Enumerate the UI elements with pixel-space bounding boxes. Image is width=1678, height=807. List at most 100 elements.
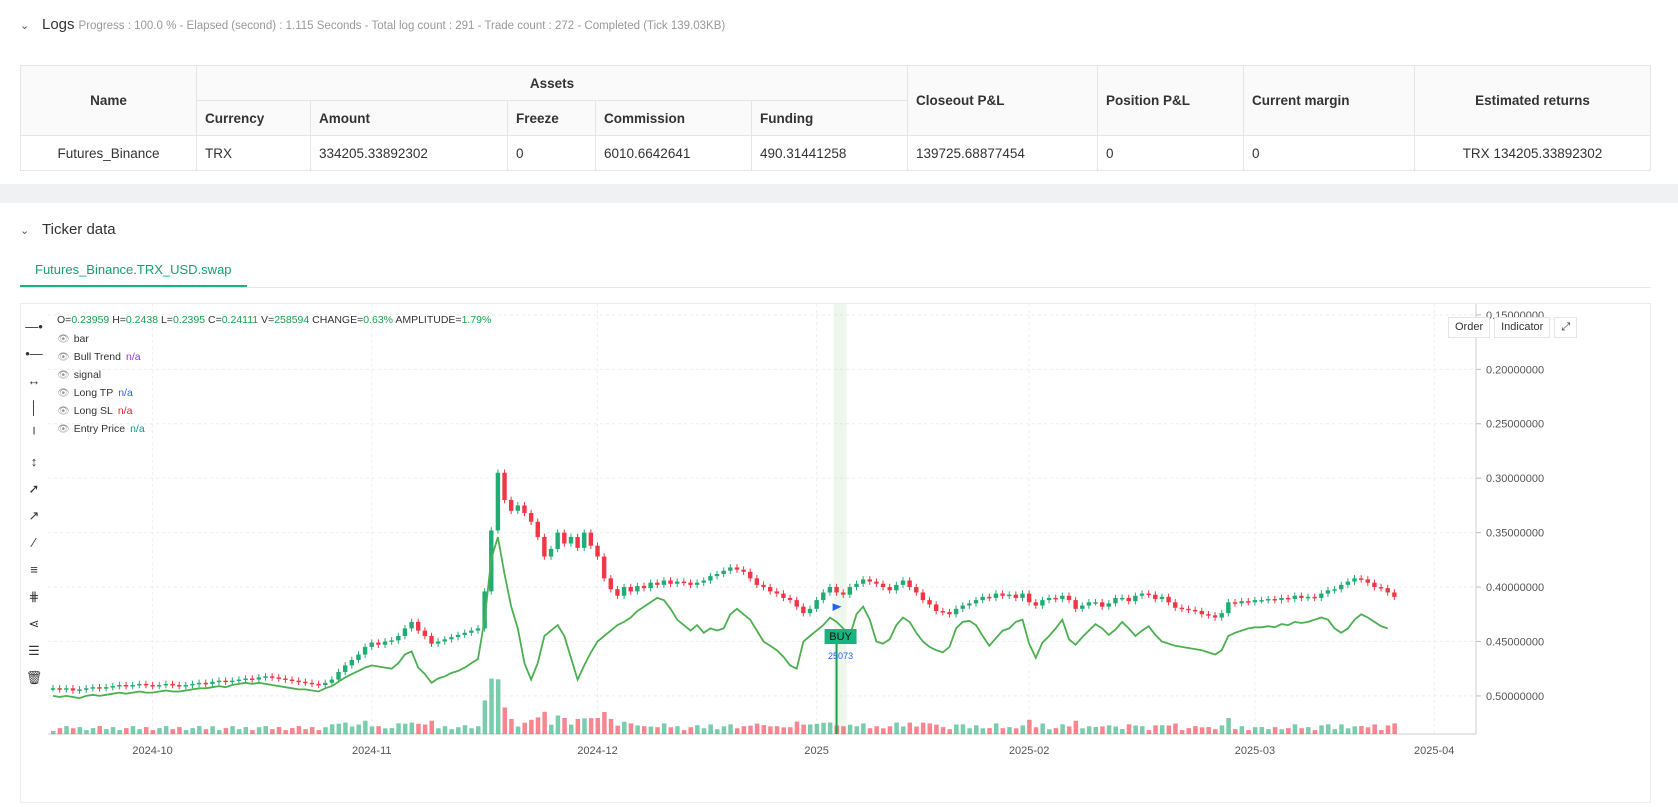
candle xyxy=(954,609,958,614)
eye-icon[interactable]: 👁 xyxy=(57,370,70,381)
vertical-line-tool-icon[interactable]: │ xyxy=(22,394,46,421)
candle xyxy=(808,609,812,613)
volume-bar xyxy=(522,723,527,734)
col-commission: Commission xyxy=(596,101,752,136)
candle xyxy=(748,572,752,579)
candle xyxy=(1007,595,1011,597)
candle xyxy=(184,685,188,687)
candle xyxy=(243,678,247,680)
volume-bar xyxy=(987,728,992,734)
volume-bar xyxy=(476,726,481,734)
candle xyxy=(57,688,61,690)
volume-bar xyxy=(529,720,534,734)
ray-tool-icon[interactable]: ↗ xyxy=(22,502,46,529)
volume-bar xyxy=(250,730,255,734)
eye-icon[interactable]: 👁 xyxy=(57,406,70,417)
legend-item[interactable]: 👁Long TPn/a xyxy=(57,384,145,402)
horizontal-segment-tool-icon[interactable]: ↔ xyxy=(22,367,46,394)
volume-bar xyxy=(868,728,873,734)
price-chart[interactable]: 0.500000000.450000000.400000000.35000000… xyxy=(21,304,1652,804)
volume-bar xyxy=(728,724,733,734)
vertical-ray-tool-icon[interactable]: ╵ xyxy=(22,421,46,448)
volume-bar xyxy=(197,726,202,734)
legend-item[interactable]: 👁Entry Pricen/a xyxy=(57,420,145,438)
col-currency: Currency xyxy=(197,101,311,136)
candle xyxy=(1239,601,1243,603)
candle xyxy=(343,665,347,672)
segment-tool-icon[interactable]: ∕ xyxy=(22,529,46,556)
candle xyxy=(476,628,480,630)
volume-bar xyxy=(642,726,647,734)
volume-bar xyxy=(1246,730,1251,734)
volume-bar xyxy=(1206,727,1211,734)
volume-bar xyxy=(941,727,946,734)
candle xyxy=(675,582,679,584)
candle xyxy=(1093,602,1097,604)
volume-bar xyxy=(755,724,760,734)
horizontal-line-tool-icon[interactable]: —• xyxy=(22,313,46,340)
bull-trend-line xyxy=(53,537,1388,698)
legend-item[interactable]: 👁bar xyxy=(57,330,145,348)
eye-icon[interactable]: 👁 xyxy=(57,388,70,399)
chevron-down-icon[interactable]: ⌄ xyxy=(20,224,42,237)
candle xyxy=(795,600,799,607)
chart-area[interactable]: 0.500000000.450000000.400000000.35000000… xyxy=(20,303,1651,803)
candle xyxy=(1220,613,1224,617)
candle xyxy=(316,684,320,686)
buy-signal-label: BUY xyxy=(829,631,852,643)
candle xyxy=(1233,602,1237,604)
candle xyxy=(887,587,891,590)
trend-line-tool-icon[interactable]: ➚ xyxy=(22,475,46,502)
y-tick-label: 0.35000000 xyxy=(1486,528,1544,540)
volume-bar xyxy=(516,727,521,735)
volume-bar xyxy=(655,727,660,734)
legend-item[interactable]: 👁Bull Trendn/a xyxy=(57,348,145,366)
candle xyxy=(1067,596,1071,600)
volume-bar xyxy=(775,726,780,734)
eye-icon[interactable]: 👁 xyxy=(57,334,70,345)
candle xyxy=(761,585,765,587)
candle xyxy=(1193,610,1197,612)
legend-label: Long TP xyxy=(74,387,114,399)
candle xyxy=(303,682,307,684)
parallel-channel-tool-icon[interactable]: ⋕ xyxy=(22,583,46,610)
volume-bar xyxy=(1379,730,1384,734)
candle xyxy=(934,604,938,611)
volume-bar xyxy=(463,725,468,734)
fullscreen-icon[interactable]: ⤢ xyxy=(1554,317,1577,338)
logs-header[interactable]: ⌄ Logs Progress : 100.0 % - Elapsed (sec… xyxy=(20,16,725,33)
volume-bar xyxy=(496,679,501,734)
vertical-segment-tool-icon[interactable]: ↕ xyxy=(22,448,46,475)
eye-icon[interactable]: 👁 xyxy=(57,352,70,363)
chevron-down-icon[interactable]: ⌄ xyxy=(20,19,42,32)
horizontal-ray-tool-icon[interactable]: •— xyxy=(22,340,46,367)
indicator-button[interactable]: Indicator xyxy=(1494,317,1550,338)
volume-bar xyxy=(1253,727,1258,734)
tab-divider xyxy=(20,287,1651,288)
volume-bar xyxy=(1220,725,1225,734)
cell-name: Futures_Binance xyxy=(21,136,197,171)
order-button[interactable]: Order xyxy=(1448,317,1490,338)
volume-bar xyxy=(1366,727,1371,734)
change-label: CHANGE= xyxy=(312,314,363,326)
pitchfork-tool-icon[interactable]: ⋖ xyxy=(22,610,46,637)
eye-icon[interactable]: 👁 xyxy=(57,424,70,435)
volume-bar xyxy=(363,721,368,734)
legend-value: n/a xyxy=(126,351,141,363)
x-tick-label: 2024-11 xyxy=(352,745,392,757)
trash-icon[interactable]: 🗑 xyxy=(22,664,46,691)
price-range-tool-icon[interactable]: ≡ xyxy=(22,556,46,583)
candle xyxy=(569,537,573,544)
legend-item[interactable]: 👁Long SLn/a xyxy=(57,402,145,420)
candle xyxy=(947,612,951,614)
ticker-header[interactable]: ⌄ Ticker data xyxy=(20,221,116,238)
candle xyxy=(595,546,599,557)
fib-retracement-tool-icon[interactable]: ☰ xyxy=(22,637,46,664)
candle xyxy=(51,688,55,690)
x-tick-label: 2025-03 xyxy=(1235,745,1275,757)
x-tick-label: 2025-02 xyxy=(1009,745,1049,757)
legend-item[interactable]: 👁signal xyxy=(57,366,145,384)
volume-bar xyxy=(1313,730,1318,734)
tab-trx-usd-swap[interactable]: Futures_Binance.TRX_USD.swap xyxy=(20,253,247,287)
candle xyxy=(542,537,546,557)
